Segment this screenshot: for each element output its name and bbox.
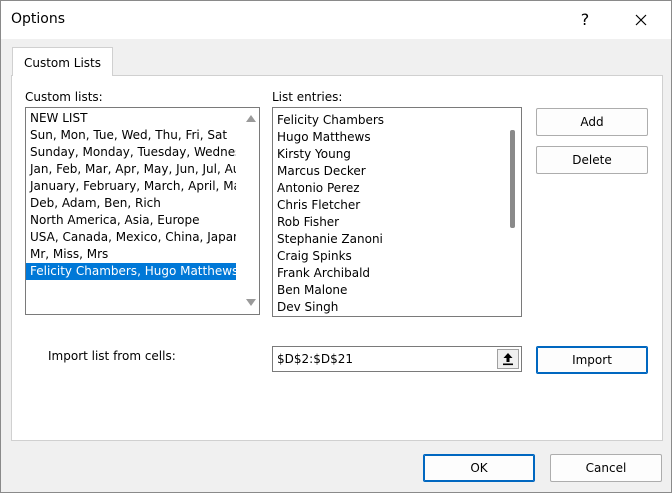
import-range-value: $D$2:$D$21 bbox=[277, 352, 353, 366]
custom-lists-scrollbar[interactable] bbox=[242, 108, 259, 314]
options-dialog: Options ? Custom Lists Custom lists: NEW… bbox=[0, 0, 672, 493]
list-item[interactable]: Sunday, Monday, Tuesday, Wednesday bbox=[26, 144, 236, 161]
list-entry: Stephanie Zanoni bbox=[277, 232, 383, 246]
list-item[interactable]: Mr, Miss, Mrs bbox=[26, 246, 236, 263]
custom-lists-listbox[interactable]: NEW LIST Sun, Mon, Tue, Wed, Thu, Fri, S… bbox=[25, 107, 260, 315]
scrollbar-thumb[interactable] bbox=[510, 130, 515, 228]
list-entries-scrollbar[interactable] bbox=[504, 108, 521, 316]
close-icon bbox=[635, 14, 647, 26]
list-item[interactable]: Sun, Mon, Tue, Wed, Thu, Fri, Sat bbox=[26, 127, 236, 144]
list-entry: Dev Singh bbox=[277, 300, 339, 314]
import-range-input[interactable]: $D$2:$D$21 bbox=[272, 346, 522, 372]
close-button[interactable] bbox=[623, 5, 659, 35]
list-item[interactable]: Jan, Feb, Mar, Apr, May, Jun, Jul, Aug bbox=[26, 161, 236, 178]
list-entry: Chris Fletcher bbox=[277, 198, 361, 212]
list-item[interactable]: USA, Canada, Mexico, China, Japan, bbox=[26, 229, 236, 246]
list-entry: Craig Spinks bbox=[277, 249, 352, 263]
list-entries-label: List entries: bbox=[272, 90, 343, 104]
dialog-title: Options bbox=[11, 11, 66, 27]
list-item[interactable]: NEW LIST bbox=[26, 110, 236, 127]
list-entry: Frank Archibald bbox=[277, 266, 371, 280]
list-entry: Kirsty Young bbox=[277, 147, 351, 161]
cancel-button[interactable]: Cancel bbox=[550, 454, 662, 482]
list-entry: Felicity Chambers bbox=[277, 113, 385, 127]
tab-custom-lists[interactable]: Custom Lists bbox=[12, 47, 113, 76]
scroll-up-arrow-icon[interactable] bbox=[246, 115, 256, 122]
custom-lists-label: Custom lists: bbox=[25, 90, 103, 104]
list-item[interactable]: Deb, Adam, Ben, Rich bbox=[26, 195, 236, 212]
scroll-down-arrow-icon[interactable] bbox=[246, 299, 256, 306]
list-entry: Rob Fisher bbox=[277, 215, 340, 229]
list-item[interactable]: North America, Asia, Europe bbox=[26, 212, 236, 229]
help-button[interactable]: ? bbox=[569, 5, 601, 35]
list-entry: Hugo Matthews bbox=[277, 130, 371, 144]
import-button[interactable]: Import bbox=[536, 346, 648, 374]
list-entry: Marcus Decker bbox=[277, 164, 366, 178]
delete-button[interactable]: Delete bbox=[536, 146, 648, 174]
title-bar: Options ? bbox=[1, 1, 671, 39]
collapse-dialog-button[interactable] bbox=[497, 349, 519, 369]
list-entries-textbox[interactable]: Felicity Chambers Hugo Matthews Kirsty Y… bbox=[272, 107, 522, 317]
import-list-label: Import list from cells: bbox=[48, 349, 176, 363]
list-entry: Ben Malone bbox=[277, 283, 348, 297]
list-item[interactable]: January, February, March, April, May bbox=[26, 178, 236, 195]
collapse-dialog-icon bbox=[503, 353, 513, 366]
add-button[interactable]: Add bbox=[536, 108, 648, 136]
list-item-selected[interactable]: Felicity Chambers, Hugo Matthews, bbox=[26, 263, 236, 280]
ok-button[interactable]: OK bbox=[423, 454, 535, 482]
list-entry: Antonio Perez bbox=[277, 181, 360, 195]
